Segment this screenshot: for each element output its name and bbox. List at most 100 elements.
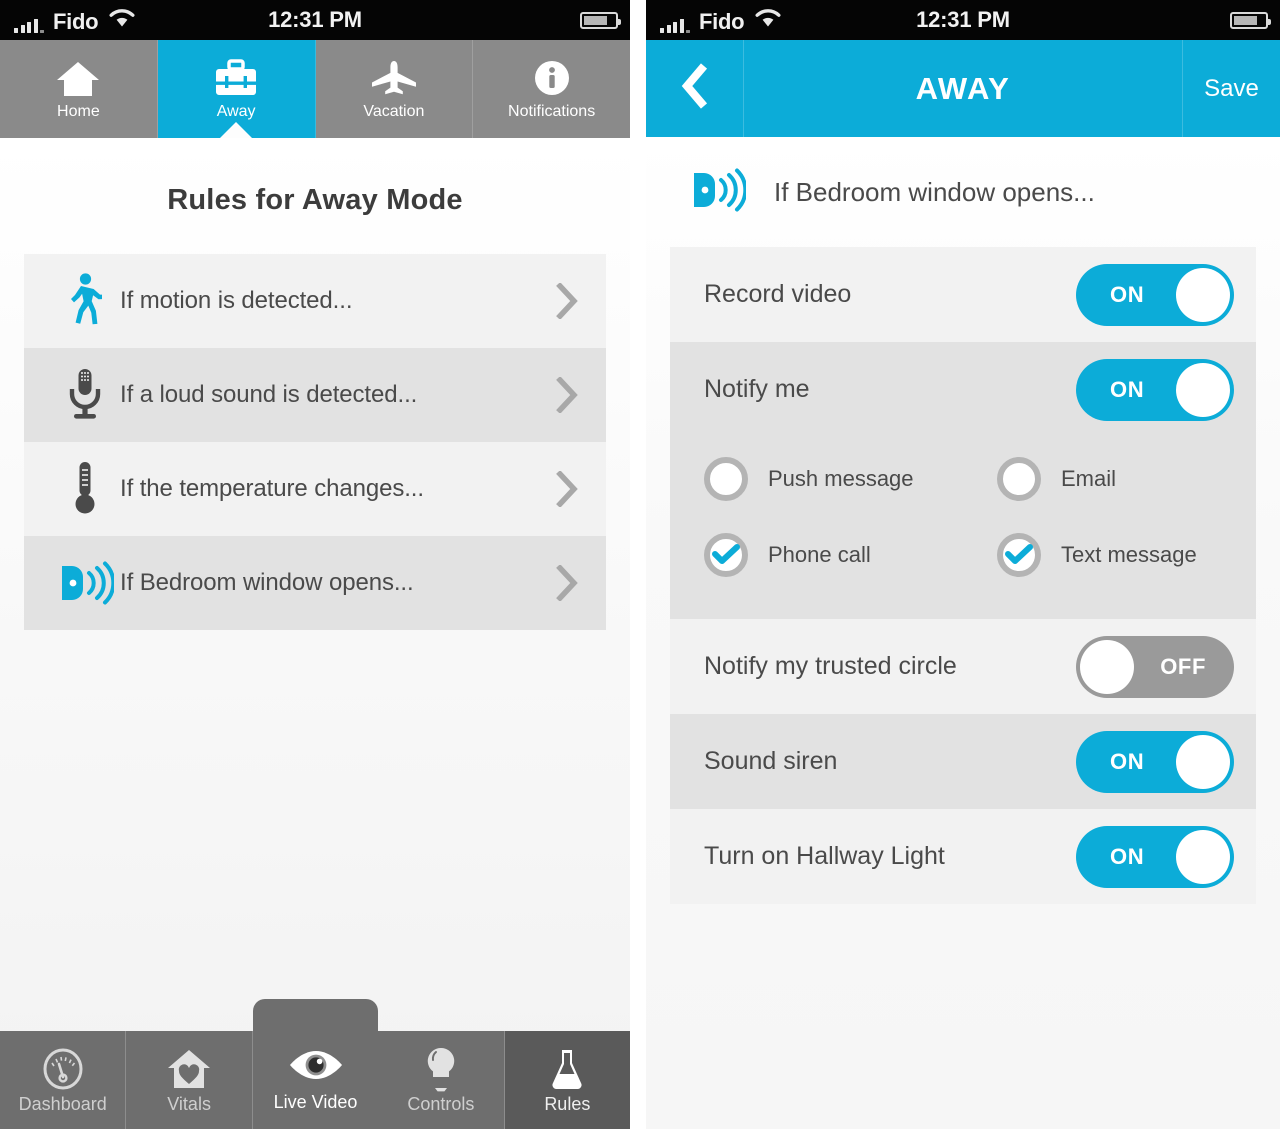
rule-label: If the temperature changes... — [120, 475, 424, 502]
option-email[interactable]: Email — [963, 441, 1256, 517]
bottom-tab-bar: Dashboard Vitals Live Video Controls Rul… — [0, 999, 630, 1129]
setting-row-sound-siren[interactable]: Sound siren ON — [670, 714, 1256, 809]
rule-label: If a loud sound is detected... — [120, 381, 418, 408]
option-label: Push message — [768, 466, 914, 491]
check-circle-icon — [997, 533, 1041, 577]
panel-gap — [630, 0, 646, 1129]
rule-row-bedroom-window[interactable]: If Bedroom window opens... — [24, 536, 606, 630]
dual-phone-screenshot: Fido 12:31 PM Home Away Vacation Notific… — [0, 0, 1280, 1129]
mode-tab-label: Vacation — [363, 103, 425, 120]
bottom-tab-label: Rules — [544, 1094, 591, 1114]
briefcase-icon — [214, 58, 258, 98]
bottom-tab-live-video[interactable]: Live Video — [252, 999, 379, 1129]
setting-label: Notify me — [704, 375, 810, 403]
bottom-tab-controls[interactable]: Controls — [378, 1031, 505, 1129]
option-phone-call[interactable]: Phone call — [670, 517, 963, 593]
toggle-state-label: ON — [1110, 281, 1145, 307]
mode-tab-vacation[interactable]: Vacation — [316, 40, 474, 138]
toggle-knob — [1176, 362, 1230, 417]
option-label: Text message — [1061, 542, 1197, 567]
bottom-tab-rules[interactable]: Rules — [504, 1031, 630, 1129]
house-icon — [55, 58, 101, 98]
rule-row-temperature[interactable]: If the temperature changes... — [24, 442, 606, 536]
rule-header: If Bedroom window opens... — [646, 137, 1280, 247]
status-bar-left: Fido 12:31 PM — [0, 0, 630, 40]
right-phone-screen: Fido 12:31 PM AWAY Save If Bedroom windo… — [646, 0, 1280, 1129]
clock-label: 12:31 PM — [916, 7, 1010, 32]
rule-label: If Bedroom window opens... — [120, 569, 414, 596]
settings-group: Record video ON Notify me ON Push messag… — [670, 247, 1256, 904]
bottom-tab-vitals[interactable]: Vitals — [126, 1031, 253, 1129]
lightbulb-icon — [424, 1047, 458, 1092]
battery-icon — [580, 11, 621, 29]
toggle-knob — [1176, 267, 1230, 322]
info-circle-icon — [533, 58, 571, 98]
back-button[interactable] — [646, 40, 744, 137]
right-content-area: If Bedroom window opens... Record video … — [646, 137, 1280, 1129]
radio-circle-icon — [704, 457, 748, 501]
setting-label: Turn on Hallway Light — [704, 842, 945, 870]
option-label: Phone call — [768, 542, 871, 567]
thermometer-icon — [50, 460, 120, 518]
setting-row-record-video[interactable]: Record video ON — [670, 247, 1256, 342]
rule-row-loud-sound[interactable]: If a loud sound is detected... — [24, 348, 606, 442]
mode-tab-label: Home — [57, 103, 100, 120]
toggle-record-video[interactable]: ON — [1076, 263, 1234, 326]
chevron-right-icon — [550, 565, 584, 601]
eye-icon — [287, 1043, 345, 1087]
save-button[interactable]: Save — [1182, 40, 1280, 137]
status-bar-right: Fido 12:31 PM — [646, 0, 1280, 40]
bottom-tab-label: Dashboard — [18, 1094, 107, 1114]
mode-tab-label: Notifications — [508, 103, 596, 120]
left-content-area: Rules for Away Mode If motion is detecte… — [0, 138, 630, 1129]
radio-circle-icon — [997, 457, 1041, 501]
toggle-state-label: OFF — [1160, 653, 1206, 679]
chevron-right-icon — [550, 283, 584, 319]
left-phone-screen: Fido 12:31 PM Home Away Vacation Notific… — [0, 0, 630, 1129]
toggle-notify-trusted-circle[interactable]: OFF — [1076, 635, 1234, 698]
bottom-tab-label: Live Video — [273, 1092, 358, 1112]
option-text-message[interactable]: Text message — [963, 517, 1256, 593]
window-sensor-icon — [688, 167, 748, 218]
airplane-icon — [369, 58, 419, 98]
bottom-tab-label: Controls — [407, 1094, 475, 1114]
toggle-sound-siren[interactable]: ON — [1076, 730, 1234, 793]
gauge-icon — [41, 1047, 85, 1091]
option-label: Email — [1061, 466, 1117, 491]
mode-tab-home[interactable]: Home — [0, 40, 158, 138]
rule-label: If motion is detected... — [120, 287, 353, 314]
bottom-tab-label: Vitals — [167, 1094, 211, 1114]
toggle-notify-me[interactable]: ON — [1076, 358, 1234, 421]
flask-icon — [549, 1047, 585, 1091]
rule-header-label: If Bedroom window opens... — [774, 176, 1095, 207]
mode-tab-notifications[interactable]: Notifications — [473, 40, 630, 138]
option-push-message[interactable]: Push message — [670, 441, 963, 517]
rule-row-motion[interactable]: If motion is detected... — [24, 254, 606, 348]
mode-tab-away[interactable]: Away — [157, 40, 316, 138]
window-sensor-icon — [50, 560, 120, 606]
toggle-knob — [1176, 829, 1230, 884]
setting-row-notify-trusted-circle[interactable]: Notify my trusted circle OFF — [670, 619, 1256, 714]
notify-options-group: Push message Email Phone call Text messa… — [670, 437, 1256, 619]
navigation-bar: AWAY Save — [646, 40, 1280, 137]
page-title: AWAY — [915, 70, 1011, 106]
page-title: Rules for Away Mode — [167, 184, 463, 216]
toggle-state-label: ON — [1110, 376, 1145, 402]
rules-list: If motion is detected... If a loud sound… — [24, 254, 606, 630]
toggle-hallway-light[interactable]: ON — [1076, 825, 1234, 888]
toggle-state-label: ON — [1110, 748, 1145, 774]
mode-tab-bar: Home Away Vacation Notifications — [0, 40, 630, 138]
toggle-state-label: ON — [1110, 843, 1145, 869]
setting-row-notify-me[interactable]: Notify me ON — [670, 342, 1256, 437]
setting-label: Sound siren — [704, 747, 838, 775]
chevron-right-icon — [550, 471, 584, 507]
bottom-tab-dashboard[interactable]: Dashboard — [0, 1031, 127, 1129]
toggle-knob — [1080, 639, 1134, 694]
toggle-knob — [1176, 734, 1230, 789]
setting-label: Record video — [704, 280, 852, 308]
battery-icon — [1230, 11, 1271, 29]
microphone-icon — [50, 367, 120, 423]
chevron-left-icon — [679, 62, 711, 115]
chevron-right-icon — [550, 377, 584, 413]
setting-row-hallway-light[interactable]: Turn on Hallway Light ON — [670, 809, 1256, 904]
